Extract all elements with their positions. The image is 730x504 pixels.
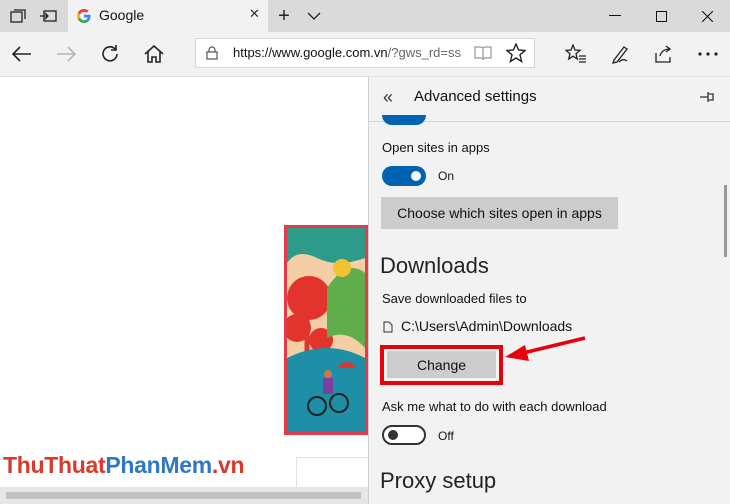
window-close-button[interactable]: [684, 0, 730, 32]
tab-list-chevron-icon[interactable]: [304, 6, 324, 26]
back-chevrons-icon[interactable]: «: [383, 87, 393, 108]
open-sites-label: Open sites in apps: [382, 140, 490, 155]
address-url: https://www.google.com.vn/?gws_rd=ssl: [233, 45, 461, 60]
downloads-heading: Downloads: [380, 253, 489, 278]
new-tab-button[interactable]: +: [274, 5, 294, 27]
web-page-content: [0, 77, 368, 487]
tab-strip: Google ✕ +: [0, 0, 730, 32]
reading-view-icon[interactable]: [474, 45, 492, 66]
favorite-star-icon[interactable]: [505, 42, 527, 68]
download-path: C:\Users\Admin\Downloads: [401, 318, 573, 334]
horizontal-scrollbar[interactable]: [0, 487, 368, 504]
maximize-button[interactable]: [638, 0, 684, 32]
red-arrow-annotation: [505, 336, 586, 361]
ask-download-state: Off: [438, 429, 454, 443]
refresh-icon[interactable]: [94, 38, 126, 70]
google-favicon-icon: [77, 9, 91, 23]
favorites-hub-icon[interactable]: [560, 38, 592, 70]
ask-download-label: Ask me what to do with each download: [382, 399, 607, 414]
set-tabs-aside-icon[interactable]: [38, 6, 58, 26]
site-watermark: ThuThuatPhanMem.vn: [3, 452, 245, 478]
tabs-aside-icon[interactable]: [8, 6, 28, 26]
tab-close-icon[interactable]: ✕: [249, 6, 260, 22]
proxy-heading: Proxy setup: [380, 468, 497, 493]
share-icon[interactable]: [648, 38, 680, 70]
open-sites-toggle[interactable]: [382, 166, 426, 186]
save-location-label: Save downloaded files to: [382, 291, 527, 306]
forward-arrow-icon[interactable]: [50, 38, 82, 70]
open-sites-state: On: [438, 169, 455, 183]
navigation-bar: https://www.google.com.vn/?gws_rd=ssl: [0, 32, 730, 77]
web-note-pen-icon[interactable]: [604, 38, 636, 70]
ask-download-toggle[interactable]: [382, 425, 426, 445]
previous-setting-toggle[interactable]: [382, 115, 426, 125]
home-icon[interactable]: [138, 38, 170, 70]
file-icon: [383, 320, 393, 338]
google-doodle-image[interactable]: [283, 225, 368, 435]
advanced-settings-panel: « Advanced settings Open sites in apps O…: [368, 77, 730, 504]
choose-sites-button[interactable]: Choose which sites open in apps: [381, 197, 618, 229]
google-search-box[interactable]: [296, 457, 368, 487]
change-button-highlight-box: [380, 345, 503, 385]
pin-panel-icon[interactable]: [699, 90, 715, 106]
lock-icon: [206, 46, 218, 60]
panel-title: Advanced settings: [414, 88, 537, 105]
minimize-button[interactable]: [592, 0, 638, 32]
more-options-icon[interactable]: [692, 38, 724, 70]
address-bar[interactable]: https://www.google.com.vn/?gws_rd=ssl: [195, 38, 535, 68]
tab-title: Google: [99, 7, 145, 23]
horizontal-scrollbar-thumb[interactable]: [6, 492, 361, 499]
back-arrow-icon[interactable]: [6, 38, 38, 70]
vertical-scrollbar-thumb[interactable]: [724, 185, 727, 257]
tab-google[interactable]: Google ✕: [68, 0, 268, 32]
